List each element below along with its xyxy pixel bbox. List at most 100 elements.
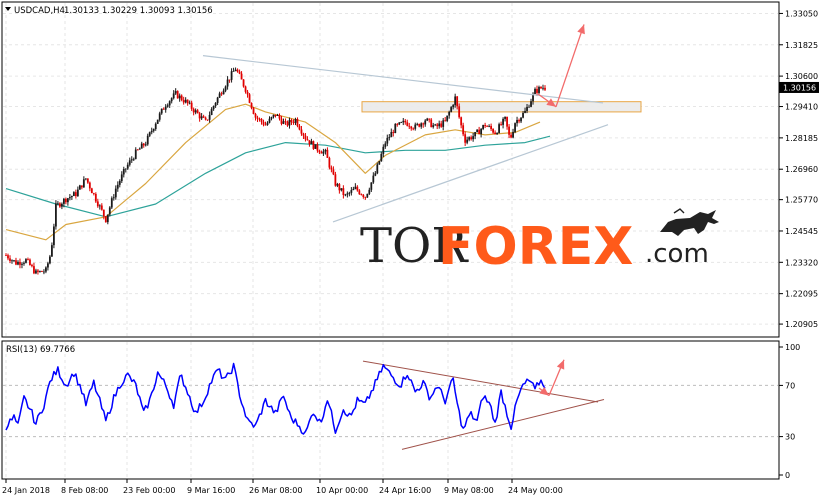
- candle-body: [102, 209, 105, 217]
- candle-body: [160, 108, 163, 114]
- candle-body: [332, 169, 335, 175]
- candle-body: [398, 122, 401, 125]
- candle-body: [356, 186, 359, 191]
- candle-body: [180, 95, 183, 101]
- candle-body: [210, 109, 213, 115]
- candle-body: [92, 193, 95, 194]
- candle-body: [100, 205, 103, 210]
- candle-body: [428, 118, 431, 120]
- candle-body: [314, 144, 317, 149]
- candle-body: [7, 255, 9, 259]
- candle-body: [458, 106, 461, 118]
- candle-body: [212, 106, 215, 110]
- candle-body: [500, 124, 502, 125]
- candle-body: [11, 260, 13, 262]
- candle-body: [296, 118, 299, 126]
- candle-body: [192, 108, 195, 113]
- candle-body: [214, 102, 217, 107]
- candle-body: [76, 189, 79, 197]
- candle-body: [442, 120, 445, 127]
- candle-body: [514, 123, 516, 132]
- candle-body: [290, 119, 293, 123]
- price-tick-label: 1.20905: [785, 320, 818, 329]
- candle-body: [49, 256, 51, 264]
- candle-body: [436, 124, 439, 127]
- candle-body: [506, 116, 508, 127]
- candle-body: [31, 265, 33, 267]
- time-tick-label: 24 Apr 16:00: [379, 486, 431, 495]
- candle-body: [510, 134, 512, 138]
- candle-body: [416, 123, 419, 125]
- candle-body: [364, 196, 367, 198]
- candle-body: [122, 169, 125, 175]
- candle-body: [412, 128, 415, 130]
- candle-body: [444, 120, 447, 122]
- candle-body: [240, 73, 243, 80]
- candle-body: [144, 144, 147, 146]
- candle-body: [140, 143, 143, 149]
- candle-body: [178, 95, 181, 99]
- candle-body: [47, 263, 49, 268]
- candle-body: [274, 114, 277, 116]
- candle-body: [430, 119, 433, 128]
- rsi-title: RSI(13) 69.7766: [6, 345, 75, 355]
- candle-body: [508, 126, 510, 135]
- logo-forex: FOREX: [438, 217, 633, 277]
- candle-body: [454, 96, 457, 106]
- price-axis: 1.33050 1.31825 1.30600 1.29410 1.28185 1.269…: [779, 9, 819, 329]
- candle-body: [310, 141, 313, 145]
- candle-body: [298, 125, 301, 130]
- candle-body: [376, 164, 379, 174]
- candle-body: [108, 207, 111, 215]
- candle-body: [482, 125, 485, 129]
- candle-body: [528, 106, 530, 108]
- resistance-zone: [361, 101, 642, 113]
- candle-body: [29, 259, 31, 266]
- candle-body: [392, 132, 395, 134]
- candle-body: [246, 91, 249, 95]
- candle-body: [358, 190, 361, 195]
- candle-body: [474, 132, 477, 137]
- candle-body: [244, 86, 247, 92]
- candle-body: [78, 185, 81, 190]
- candle-body: [39, 271, 41, 272]
- candle-body: [368, 189, 371, 194]
- candle-body: [518, 120, 520, 122]
- candle-body: [234, 69, 237, 72]
- candle-body: [158, 113, 161, 120]
- candle-body: [306, 139, 309, 141]
- candle-body: [106, 214, 109, 223]
- candle-body: [64, 198, 67, 203]
- price-tick-label: 1.31825: [785, 41, 818, 50]
- candle-body: [88, 182, 91, 189]
- candle-body: [134, 149, 137, 159]
- candle-body: [292, 122, 295, 124]
- candle-body: [342, 188, 345, 195]
- candle-body: [308, 140, 311, 145]
- candle-body: [146, 135, 149, 145]
- candle-body: [540, 86, 542, 89]
- candle-body: [130, 159, 133, 161]
- candle-body: [23, 262, 25, 264]
- candle-body: [350, 190, 353, 193]
- price-tick-label: 1.24545: [785, 227, 818, 236]
- rsi-axis: 100 70 30 0: [779, 343, 800, 480]
- rsi-tick-label: 100: [785, 343, 800, 352]
- candle-body: [520, 117, 522, 122]
- candle-body: [184, 99, 187, 103]
- candle-body: [460, 117, 463, 126]
- candle-body: [228, 79, 231, 81]
- rsi-panel-frame: [1, 340, 780, 480]
- candle-body: [222, 90, 225, 95]
- candle-body: [440, 123, 443, 127]
- candle-body: [72, 192, 75, 197]
- candle-body: [492, 129, 494, 133]
- candle-body: [120, 174, 123, 182]
- candle-body: [494, 132, 496, 134]
- candle-body: [116, 184, 119, 189]
- candle-body: [276, 115, 279, 116]
- candle-body: [174, 91, 177, 94]
- candle-body: [164, 106, 167, 110]
- candle-body: [384, 143, 387, 147]
- candle-body: [82, 179, 85, 188]
